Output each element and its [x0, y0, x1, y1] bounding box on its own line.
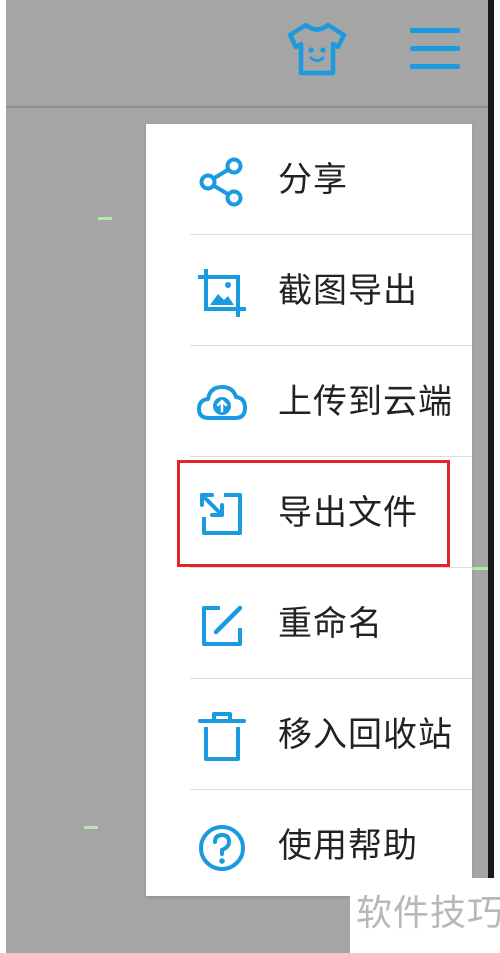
- menu-item-label: 重命名: [278, 604, 383, 644]
- menu-item-upload-cloud[interactable]: 上传到云端: [146, 346, 472, 456]
- trash-icon: [198, 712, 246, 761]
- background-mark: [98, 217, 112, 220]
- screen-edge: [488, 0, 494, 878]
- menu-item-label: 分享: [278, 160, 348, 200]
- menu-item-share[interactable]: 分享: [146, 124, 472, 234]
- cloud-upload-icon: [197, 385, 247, 420]
- menu-item-label: 移入回收站: [278, 715, 453, 755]
- hamburger-menu-icon[interactable]: [406, 24, 464, 74]
- menu-item-label: 上传到云端: [278, 382, 453, 422]
- edit-icon: [202, 605, 243, 646]
- menu-item-label: 使用帮助: [278, 826, 418, 866]
- background-mark: [472, 567, 488, 570]
- menu-item-label: 截图导出: [278, 271, 418, 311]
- tshirt-icon[interactable]: [284, 20, 350, 78]
- share-icon: [199, 157, 243, 207]
- background-mark: [84, 826, 98, 829]
- highlight-box: [177, 460, 450, 567]
- help-icon: [199, 825, 245, 871]
- menu-item-screenshot-export[interactable]: 截图导出: [146, 235, 472, 345]
- menu-item-rename[interactable]: 重命名: [146, 568, 472, 678]
- menu-item-move-to-trash[interactable]: 移入回收站: [146, 679, 472, 789]
- watermark-text: 软件技巧: [356, 893, 500, 934]
- top-toolbar: [6, 0, 488, 108]
- screenshot-export-icon: [198, 269, 246, 317]
